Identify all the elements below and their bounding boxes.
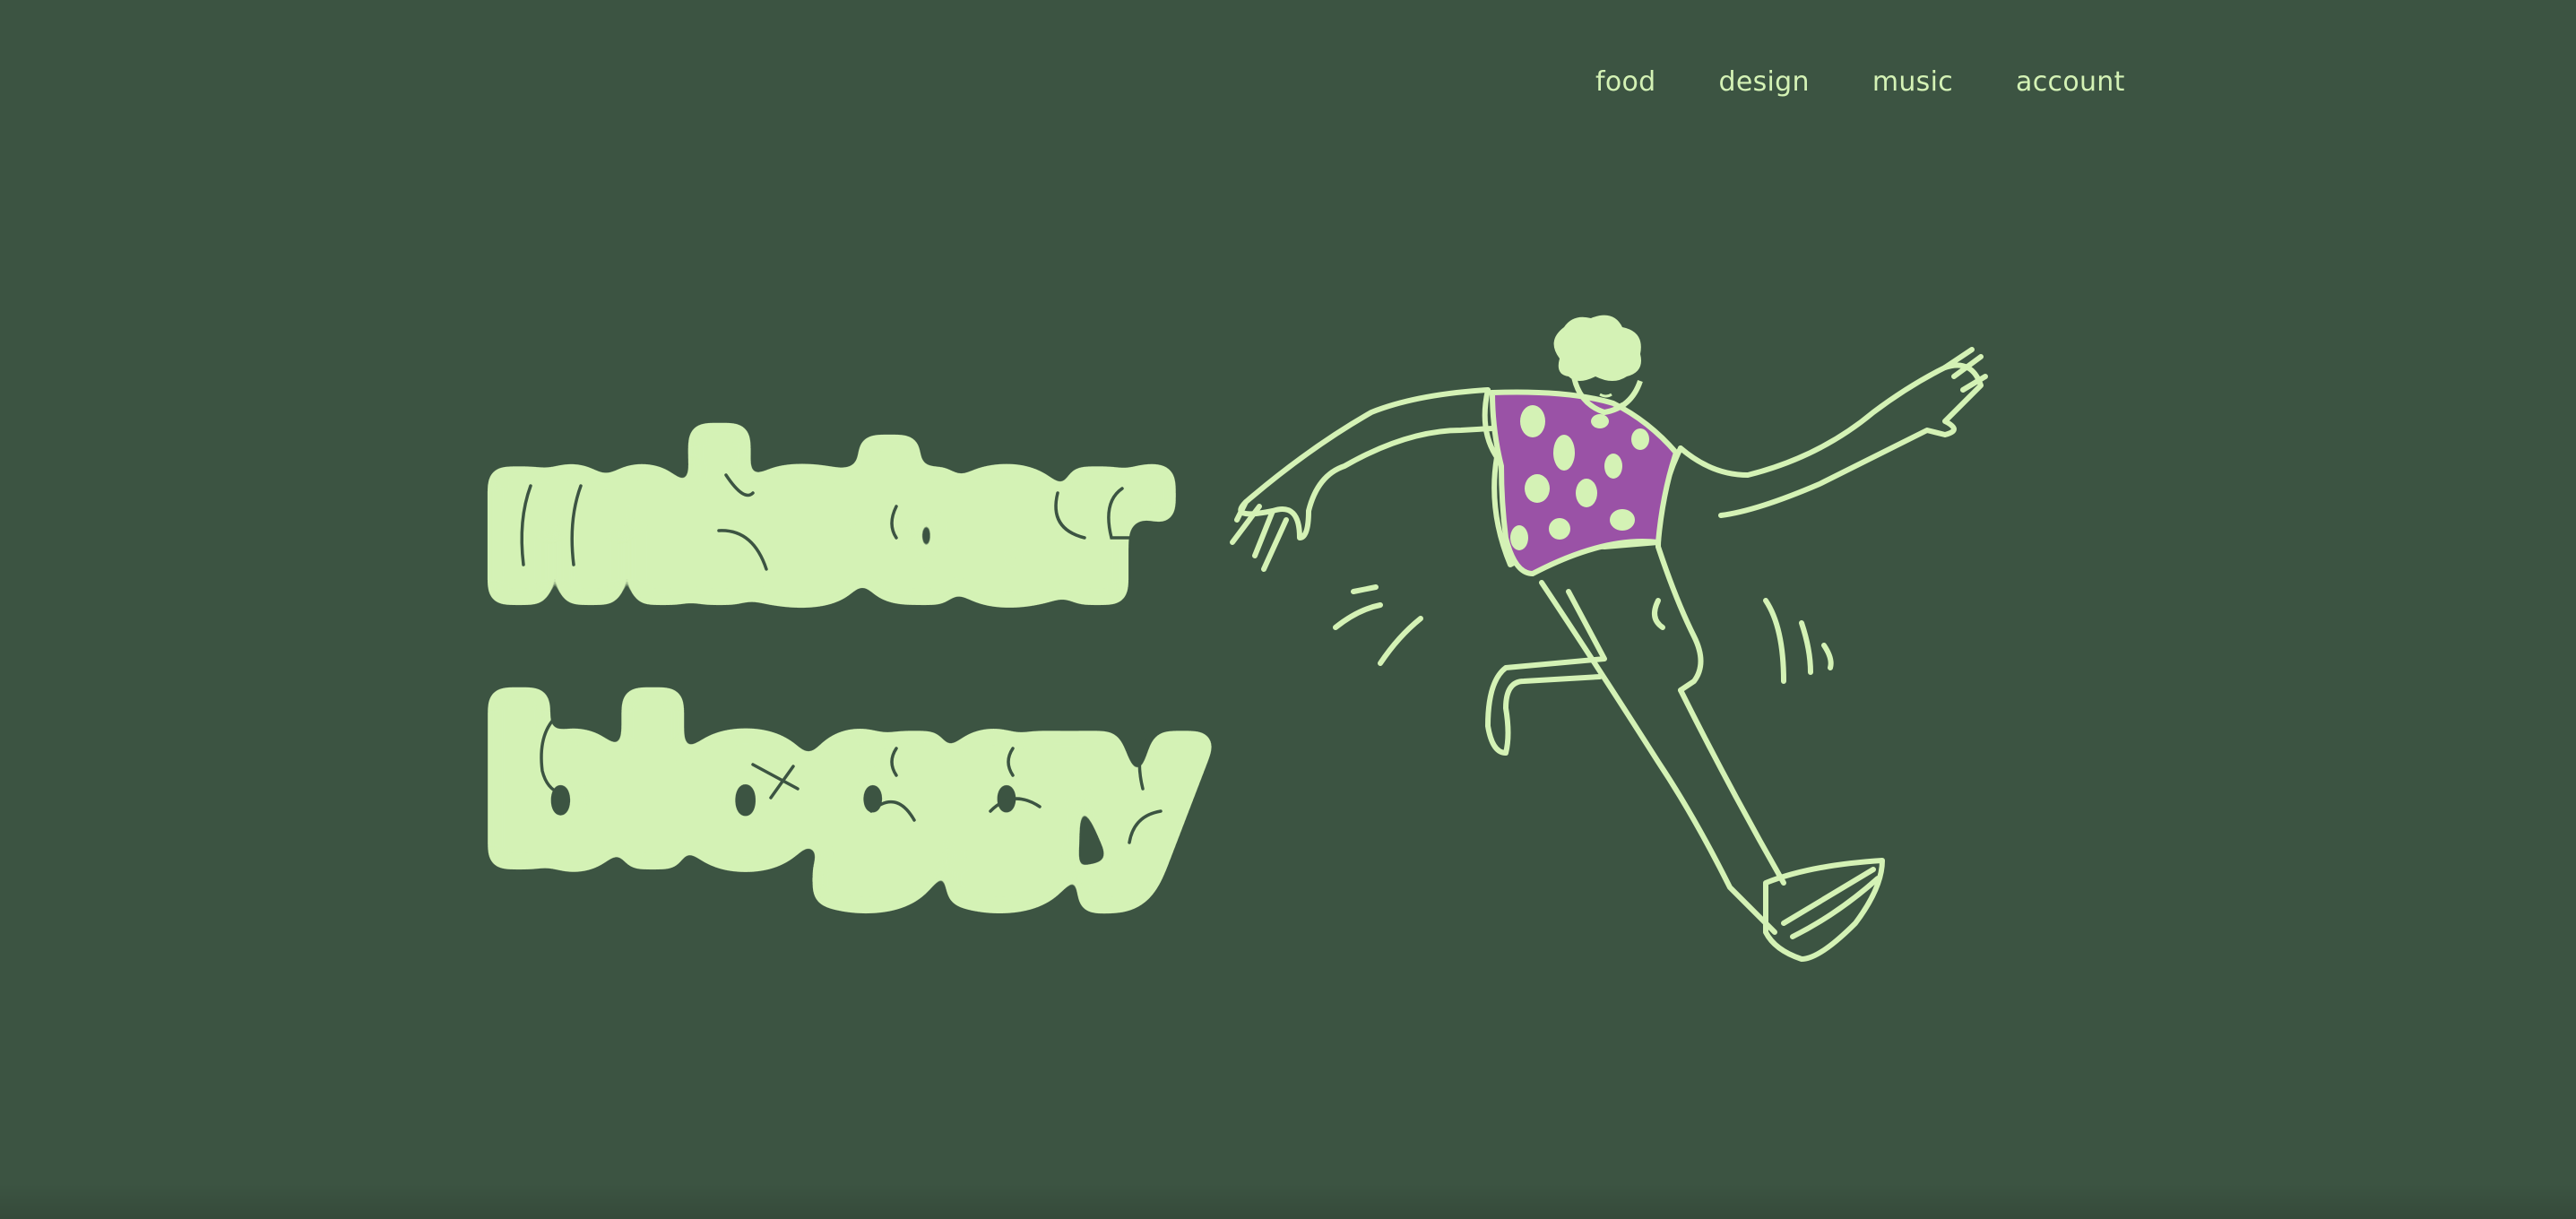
nav-link-design[interactable]: design <box>1719 66 1810 98</box>
page: food design music account mister bloggy <box>0 0 2576 1219</box>
nav-link-food[interactable]: food <box>1595 66 1656 98</box>
dancing-man-illustration <box>1230 315 1988 962</box>
top-nav: food design music account <box>1595 66 2125 98</box>
bottom-shadow <box>0 1183 2576 1219</box>
hero-illustration <box>1192 305 2017 986</box>
nav-link-music[interactable]: music <box>1872 66 1953 98</box>
nav-link-account[interactable]: account <box>2016 66 2125 98</box>
site-logo: mister bloggy <box>472 390 1224 916</box>
site-logo-wordmark: mister bloggy <box>472 390 1224 916</box>
logo-line-2: bloggy <box>484 666 1200 904</box>
